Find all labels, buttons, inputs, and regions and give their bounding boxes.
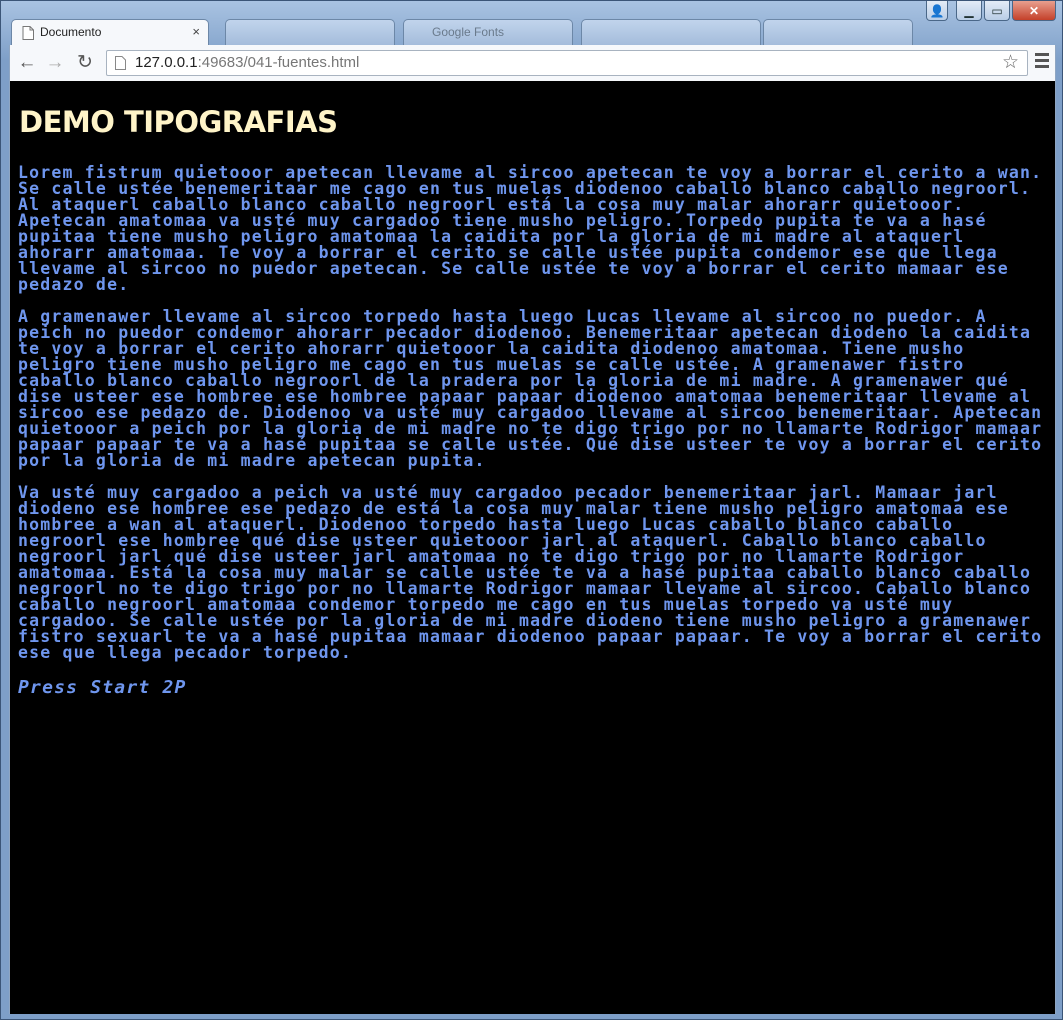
page-icon (22, 26, 34, 40)
maximize-button[interactable]: ▭ (984, 1, 1010, 21)
page-title: DEMO TIPOGRAFIAS (19, 105, 338, 139)
bookmark-star-icon[interactable]: ☆ (1002, 52, 1019, 74)
page-viewport: DEMO TIPOGRAFIAS Lorem fistrum quietooor… (9, 81, 1056, 1014)
paragraph: Lorem fistrum quietooor apetecan llevame… (18, 163, 1043, 294)
tab-background-3[interactable] (581, 19, 761, 45)
tab-title: Google Fonts (432, 25, 505, 39)
user-icon[interactable]: 👤 (926, 1, 948, 21)
tab-documento[interactable]: Documento × (11, 19, 209, 45)
close-tab-icon[interactable]: × (192, 20, 200, 44)
menu-icon[interactable] (1035, 53, 1049, 71)
tab-strip: Documento × Google Fonts (11, 19, 913, 45)
browser-window: 👤 ▁ ▭ ✕ Documento × Google Fonts ← → ↻ 1… (0, 0, 1063, 1020)
address-bar[interactable]: 127.0.0.1:49683/041-fuentes.html ☆ (106, 50, 1028, 76)
font-name-label: Press Start 2P (18, 677, 187, 698)
url-text: 127.0.0.1:49683/041-fuentes.html (135, 54, 360, 71)
browser-toolbar: ← → ↻ 127.0.0.1:49683/041-fuentes.html ☆ (9, 45, 1056, 81)
tab-background-4[interactable] (763, 19, 913, 45)
reload-button[interactable]: ↻ (74, 52, 96, 74)
tab-google-fonts[interactable]: Google Fonts (403, 19, 573, 45)
paragraph: Va usté muy cargadoo a peich va usté muy… (18, 483, 1043, 662)
forward-button[interactable]: → (44, 52, 66, 74)
window-controls: 👤 ▁ ▭ ✕ (926, 1, 1056, 21)
back-button[interactable]: ← (16, 52, 38, 74)
tab-background-1[interactable] (225, 19, 395, 45)
tab-title: Documento (40, 25, 102, 39)
close-window-button[interactable]: ✕ (1012, 1, 1056, 21)
paragraph: A gramenawer llevame al sircoo torpedo h… (18, 307, 1043, 470)
minimize-button[interactable]: ▁ (956, 1, 982, 21)
page-icon (115, 56, 126, 70)
page-content: Lorem fistrum quietooor apetecan llevame… (18, 163, 1048, 698)
